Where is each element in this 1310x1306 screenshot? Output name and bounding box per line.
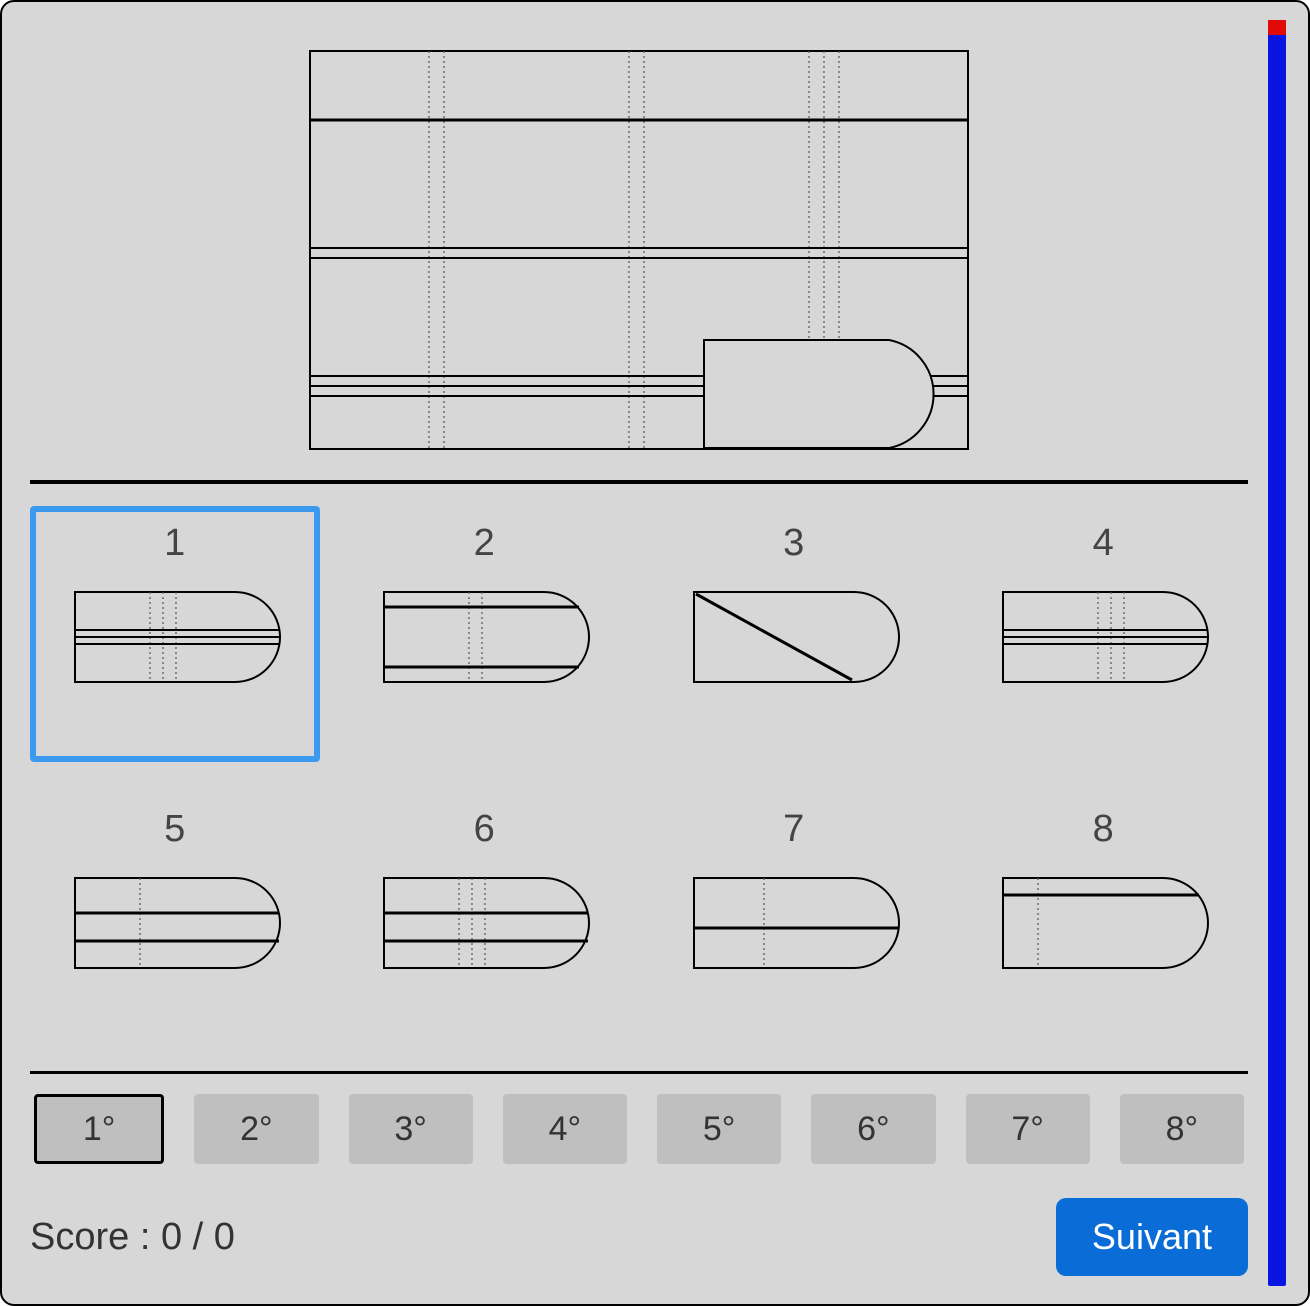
answer-figure-3 — [684, 577, 904, 697]
prompt-area — [30, 30, 1248, 470]
separator-2 — [30, 1071, 1248, 1074]
answer-option-4[interactable]: 4 — [959, 506, 1249, 762]
answer-number: 7 — [783, 808, 804, 851]
separator-1 — [30, 480, 1248, 484]
order-slot-3[interactable]: 3° — [349, 1094, 473, 1164]
order-slot-2[interactable]: 2° — [194, 1094, 318, 1164]
order-slot-7[interactable]: 7° — [966, 1094, 1090, 1164]
order-slot-4[interactable]: 4° — [503, 1094, 627, 1164]
answer-option-1[interactable]: 1 — [30, 506, 320, 762]
order-slot-5[interactable]: 5° — [657, 1094, 781, 1164]
answer-number: 8 — [1093, 808, 1114, 851]
answer-figure-4 — [993, 577, 1213, 697]
footer-row: Score : 0 / 0 Suivant — [30, 1198, 1248, 1276]
answer-option-8[interactable]: 8 — [959, 792, 1249, 1048]
main-column: 1 2 — [30, 30, 1248, 1276]
answer-number: 3 — [783, 522, 804, 565]
answer-figure-6 — [374, 863, 594, 983]
order-slot-1[interactable]: 1° — [34, 1094, 164, 1164]
prompt-figure — [309, 50, 969, 450]
next-button[interactable]: Suivant — [1056, 1198, 1248, 1276]
answer-figure-8 — [993, 863, 1213, 983]
answer-option-3[interactable]: 3 — [649, 506, 939, 762]
answers-grid: 1 2 — [30, 506, 1248, 1047]
score-label: Score : 0 / 0 — [30, 1216, 235, 1259]
answer-number: 2 — [474, 522, 495, 565]
timer-elapsed — [1268, 20, 1286, 35]
order-slot-8[interactable]: 8° — [1120, 1094, 1244, 1164]
answer-number: 4 — [1093, 522, 1114, 565]
timer-bar — [1268, 20, 1286, 1286]
answer-number: 6 — [474, 808, 495, 851]
answer-option-6[interactable]: 6 — [340, 792, 630, 1048]
answer-option-5[interactable]: 5 — [30, 792, 320, 1048]
answer-option-2[interactable]: 2 — [340, 506, 630, 762]
order-slots-row: 1° 2° 3° 4° 5° 6° 7° 8° — [34, 1094, 1244, 1164]
answer-number: 5 — [164, 808, 185, 851]
answer-number: 1 — [164, 522, 185, 565]
answer-figure-2 — [374, 577, 594, 697]
order-slot-6[interactable]: 6° — [811, 1094, 935, 1164]
answer-figure-1 — [65, 577, 285, 697]
answer-figure-7 — [684, 863, 904, 983]
answer-figure-5 — [65, 863, 285, 983]
answer-option-7[interactable]: 7 — [649, 792, 939, 1048]
puzzle-frame: 1 2 — [0, 0, 1310, 1306]
